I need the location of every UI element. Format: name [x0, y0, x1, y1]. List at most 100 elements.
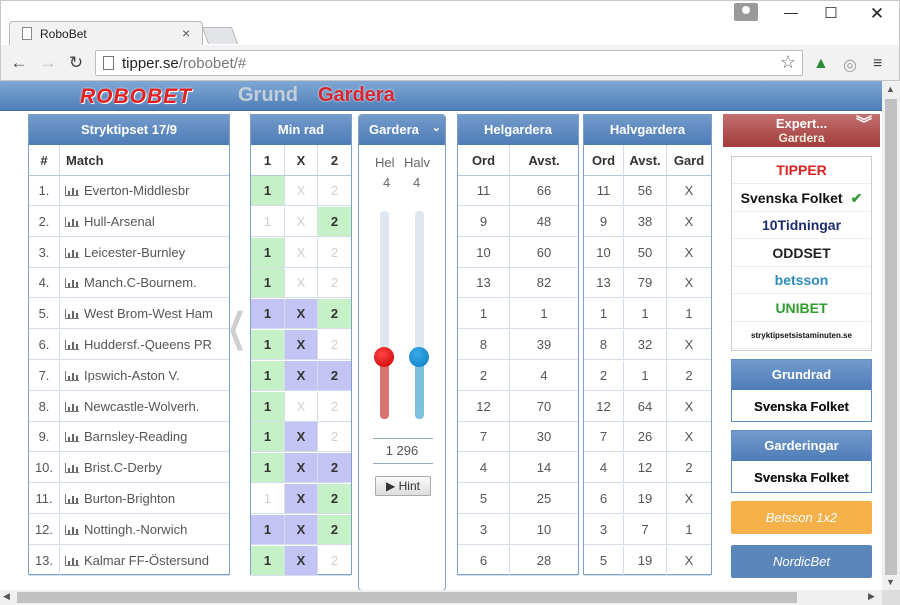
match-name[interactable]: Manch.C-Bournem. [60, 268, 229, 299]
pick-cell[interactable]: 1 [251, 360, 285, 391]
pick-cell[interactable]: X [285, 176, 318, 206]
pick-cell[interactable]: 2 [318, 422, 351, 453]
scroll-down-icon[interactable]: ▼ [886, 577, 895, 587]
extension-shield-icon[interactable]: ◎ [843, 55, 857, 75]
source-item[interactable]: TIPPER [732, 157, 871, 184]
match-name[interactable]: Leicester-Burnley [60, 238, 229, 268]
maximize-icon[interactable]: ☐ [821, 4, 841, 24]
hel-slider-handle[interactable] [374, 347, 394, 367]
source-item[interactable]: stryktipsetsistaminuten.se [732, 322, 871, 349]
reload-icon[interactable]: ↻ [66, 53, 86, 73]
source-item[interactable]: UNIBET [732, 295, 871, 322]
gardera-title[interactable]: Gardera ⌄ [359, 115, 445, 145]
minimize-icon[interactable]: — [781, 4, 801, 24]
nordicbet-button[interactable]: NordicBet [731, 545, 872, 578]
source-item[interactable]: 10Tidningar [732, 212, 871, 239]
bar-chart-icon[interactable] [65, 370, 79, 381]
pick-cell[interactable]: 1 [251, 176, 285, 206]
pick-cell[interactable]: X [285, 299, 318, 330]
bar-chart-icon[interactable] [65, 494, 79, 504]
match-name[interactable]: Burton-Brighton [60, 484, 229, 514]
pick-cell[interactable]: X [285, 237, 318, 268]
back-icon[interactable]: ← [9, 53, 29, 73]
chevron-left-icon[interactable]: ❮ [227, 305, 247, 351]
garderingar-box[interactable]: Garderingar Svenska Folket [731, 430, 872, 493]
pick-cell[interactable]: 2 [318, 176, 351, 206]
scroll-up-icon[interactable]: ▲ [886, 84, 895, 94]
pick-cell[interactable]: 1 [251, 299, 285, 330]
bookmark-star-icon[interactable]: ☆ [780, 52, 796, 73]
pick-cell[interactable]: 1 [251, 453, 285, 484]
pick-cell[interactable]: 2 [318, 392, 351, 422]
pick-cell[interactable]: X [285, 453, 318, 484]
nav-gardera-link[interactable]: Gardera [318, 84, 395, 107]
match-name[interactable]: Brist.C-Derby [60, 453, 229, 484]
pick-cell[interactable]: X [285, 206, 318, 237]
grundrad-box[interactable]: Grundrad Svenska Folket [731, 359, 872, 422]
match-name[interactable]: Ipswich-Aston V. [60, 361, 229, 391]
extension-chart-icon[interactable]: ▲ [813, 55, 829, 73]
bar-chart-icon[interactable] [65, 309, 79, 320]
pick-cell[interactable]: X [285, 391, 318, 422]
hel-slider-track[interactable] [380, 211, 389, 419]
hint-button[interactable]: ▶ Hint [375, 476, 431, 496]
pick-cell[interactable]: 2 [318, 206, 351, 237]
pick-cell[interactable]: 2 [318, 484, 351, 514]
pick-cell[interactable]: X [285, 545, 318, 576]
pick-cell[interactable]: 1 [251, 514, 285, 545]
scroll-left-icon[interactable]: ◀ [3, 591, 10, 602]
source-item[interactable]: betsson [732, 267, 871, 294]
robobet-logo[interactable]: ROBOBET [80, 85, 192, 109]
pick-cell[interactable]: 1 [251, 391, 285, 422]
match-name[interactable]: Everton-Middlesbr [60, 176, 229, 206]
close-tab-icon[interactable]: × [182, 25, 190, 41]
bar-chart-icon[interactable] [65, 278, 79, 289]
bar-chart-icon[interactable] [65, 247, 79, 258]
pick-cell[interactable]: 2 [318, 453, 351, 484]
vertical-scroll-thumb[interactable] [885, 99, 897, 575]
bar-chart-icon[interactable] [65, 524, 79, 535]
nav-grund-link[interactable]: Grund [238, 84, 298, 107]
match-name[interactable]: Kalmar FF-Östersund [60, 546, 229, 576]
pick-cell[interactable]: 2 [318, 546, 351, 576]
bar-chart-icon[interactable] [65, 555, 79, 566]
pick-cell[interactable]: 2 [318, 330, 351, 360]
pick-cell[interactable]: 1 [251, 422, 285, 453]
pick-cell[interactable]: X [285, 330, 318, 360]
expert-dropdown[interactable]: Expert... Gardera ︾ [723, 114, 880, 147]
pick-cell[interactable]: 2 [318, 268, 351, 299]
bar-chart-icon[interactable] [65, 401, 79, 412]
match-name[interactable]: Barnsley-Reading [60, 422, 229, 453]
address-bar[interactable]: tipper.se/robobet/# ☆ [95, 50, 803, 76]
forward-icon[interactable]: → [38, 53, 58, 73]
bar-chart-icon[interactable] [65, 340, 79, 350]
pick-cell[interactable]: 1 [251, 268, 285, 299]
pick-cell[interactable]: 1 [251, 330, 285, 360]
match-name[interactable]: Newcastle-Wolverh. [60, 392, 229, 422]
bar-chart-icon[interactable] [65, 463, 79, 474]
new-tab-button[interactable] [201, 27, 239, 44]
scroll-right-icon[interactable]: ▶ [868, 591, 875, 602]
halv-slider-track[interactable] [415, 211, 424, 419]
user-profile-icon[interactable] [734, 3, 758, 21]
horizontal-scrollbar[interactable]: ◀ ▶ [0, 590, 882, 605]
match-name[interactable]: Huddersf.-Queens PR [60, 330, 229, 360]
bar-chart-icon[interactable] [65, 186, 79, 196]
bar-chart-icon[interactable] [65, 216, 79, 227]
pick-cell[interactable]: 1 [251, 484, 285, 514]
source-item[interactable]: ODDSET [732, 240, 871, 267]
match-name[interactable]: Nottingh.-Norwich [60, 515, 229, 545]
pick-cell[interactable]: 1 [251, 206, 285, 237]
double-chevron-down-icon[interactable]: ︾ [856, 117, 872, 133]
pick-cell[interactable]: X [285, 484, 318, 514]
bar-chart-icon[interactable] [65, 432, 79, 443]
pick-cell[interactable]: 2 [318, 238, 351, 268]
pick-cell[interactable]: 1 [251, 237, 285, 268]
pick-cell[interactable]: 1 [251, 545, 285, 576]
source-item[interactable]: Svenska Folket ✔ [732, 185, 871, 212]
pick-cell[interactable]: X [285, 268, 318, 299]
match-name[interactable]: Hull-Arsenal [60, 207, 229, 237]
menu-icon[interactable]: ≡ [873, 55, 882, 73]
horizontal-scroll-thumb[interactable] [17, 592, 797, 603]
pick-cell[interactable]: 2 [318, 360, 351, 391]
